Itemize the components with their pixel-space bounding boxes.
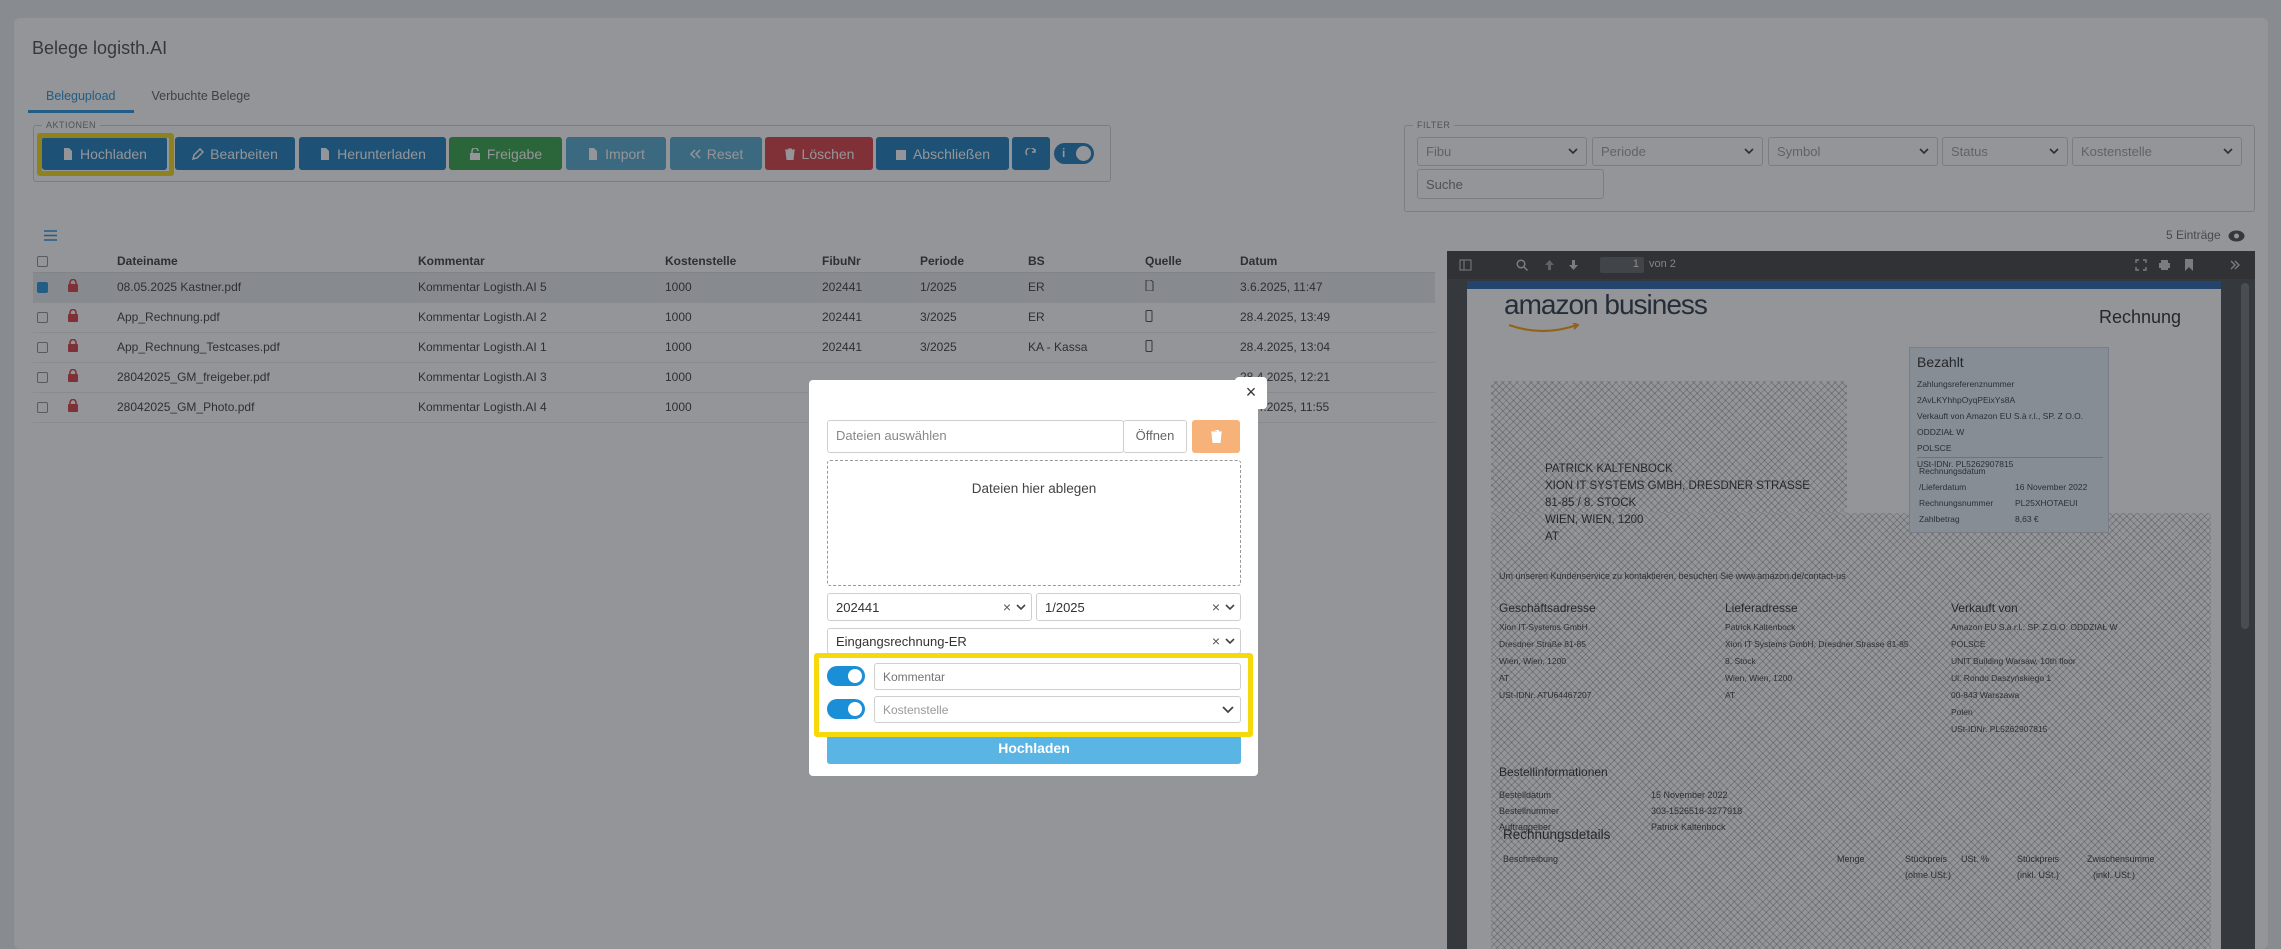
period-select[interactable]: 1/2025 × <box>1036 593 1241 621</box>
clear-files-button[interactable] <box>1192 420 1240 453</box>
clear-icon[interactable]: × <box>1212 599 1220 615</box>
chevron-down-icon <box>1225 604 1235 611</box>
trash-icon <box>1211 430 1222 443</box>
chevron-down-icon <box>1225 638 1235 645</box>
drop-zone[interactable]: Dateien hier ablegen <box>827 460 1241 586</box>
chevron-down-icon <box>1016 604 1026 611</box>
highlight-toggles <box>814 653 1253 737</box>
document-type-select[interactable]: Eingangsrechnung-ER × <box>827 628 1241 654</box>
fibu-select[interactable]: 202441 × <box>827 593 1032 621</box>
modal-close-button[interactable]: × <box>1235 377 1267 409</box>
clear-icon[interactable]: × <box>1212 633 1220 649</box>
file-select-input[interactable]: Dateien auswählen <box>827 420 1124 453</box>
clear-icon[interactable]: × <box>1003 599 1011 615</box>
open-button[interactable]: Öffnen <box>1123 420 1187 453</box>
